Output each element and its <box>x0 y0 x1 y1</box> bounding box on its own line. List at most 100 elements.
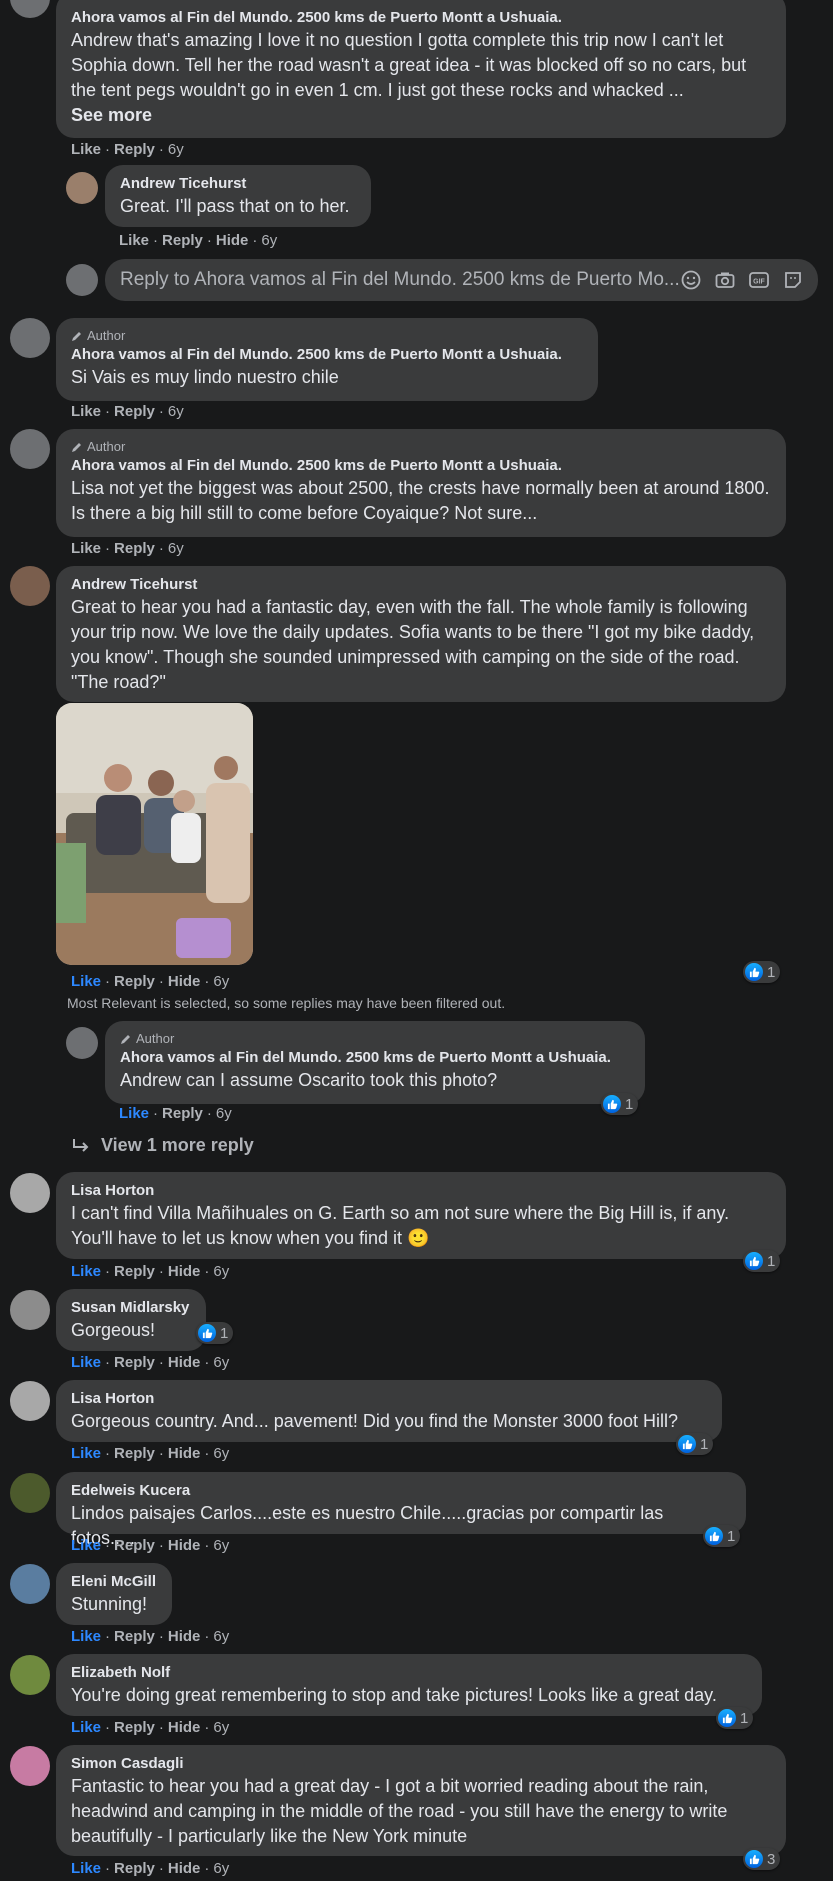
reaction-count-value: 1 <box>767 1252 776 1270</box>
commenter-avatar[interactable] <box>10 1746 50 1786</box>
hide-button[interactable]: Hide <box>168 1444 201 1464</box>
comment-actions: Like · Reply · 6y <box>119 1104 232 1124</box>
comment-text: Great to hear you had a fantastic day, e… <box>71 597 755 692</box>
comment-author-name[interactable]: Edelweis Kucera <box>71 1481 731 1501</box>
thumbs-up-icon <box>678 1435 696 1453</box>
author-avatar[interactable] <box>66 1027 98 1059</box>
commenter-avatar[interactable] <box>10 1473 50 1513</box>
like-button[interactable]: Like <box>71 972 101 992</box>
commenter-avatar[interactable] <box>10 1564 50 1604</box>
commenter-avatar[interactable] <box>10 1173 50 1213</box>
reaction-count[interactable]: 1 <box>743 961 781 983</box>
reply-input-placeholder: Reply to Ahora vamos al Fin del Mundo. 2… <box>120 269 680 290</box>
comment-bubble: Lisa Horton I can't find Villa Mañihuale… <box>56 1172 786 1259</box>
comment-bubble: Susan Midlarsky Gorgeous! <box>56 1289 206 1351</box>
reply-button[interactable]: Reply <box>114 1859 155 1879</box>
reply-button[interactable]: Reply <box>114 1444 155 1464</box>
hide-button[interactable]: Hide <box>168 1627 201 1647</box>
thumbs-up-icon <box>745 1252 763 1270</box>
comment-author-name[interactable]: Lisa Horton <box>71 1389 707 1409</box>
reply-bubble: Author Ahora vamos al Fin del Mundo. 250… <box>105 1021 645 1104</box>
like-button[interactable]: Like <box>71 1627 101 1647</box>
hide-button[interactable]: Hide <box>168 1353 201 1373</box>
reply-button[interactable]: Reply <box>114 402 155 422</box>
reaction-count[interactable]: 1 <box>196 1322 234 1344</box>
reply-button[interactable]: Reply <box>114 1262 155 1282</box>
comment-bubble: Andrew Ticehurst Great to hear you had a… <box>56 566 786 702</box>
reaction-count[interactable]: 1 <box>601 1093 639 1115</box>
reaction-count[interactable]: 1 <box>716 1707 754 1729</box>
reply-button[interactable]: Reply <box>114 1718 155 1738</box>
reply-button[interactable]: Reply <box>114 140 155 160</box>
reply-button[interactable]: Reply <box>162 1104 203 1124</box>
gif-icon[interactable]: GIF <box>748 269 770 291</box>
reply-avatar[interactable] <box>66 172 98 204</box>
reaction-count[interactable]: 3 <box>743 1848 781 1870</box>
view-more-replies[interactable]: View 1 more reply <box>71 1135 254 1156</box>
commenter-avatar[interactable] <box>10 1381 50 1421</box>
comment-author-name[interactable]: Simon Casdagli <box>71 1754 771 1774</box>
comment-text: Si Vais es muy lindo nuestro chile <box>71 367 339 387</box>
commenter-avatar[interactable] <box>10 1290 50 1330</box>
comment-text: You're doing great remembering to stop a… <box>71 1685 717 1705</box>
commenter-avatar[interactable] <box>10 1655 50 1695</box>
comment-bubble: Ahora vamos al Fin del Mundo. 2500 kms d… <box>56 0 786 138</box>
reaction-count[interactable]: 1 <box>703 1525 741 1547</box>
like-button[interactable]: Like <box>119 1104 149 1124</box>
author-avatar[interactable] <box>10 429 50 469</box>
hide-button[interactable]: Hide <box>216 231 249 251</box>
like-button[interactable]: Like <box>71 1859 101 1879</box>
author-avatar[interactable] <box>10 0 50 18</box>
comment-actions: Like · Reply · Hide · 6y <box>71 1353 230 1373</box>
reaction-count[interactable]: 1 <box>676 1433 714 1455</box>
reply-button[interactable]: Reply <box>114 972 155 992</box>
camera-icon[interactable] <box>714 269 736 291</box>
reply-button[interactable]: Reply <box>114 1353 155 1373</box>
like-button[interactable]: Like <box>71 1718 101 1738</box>
hide-button[interactable]: Hide <box>168 1859 201 1879</box>
thumbs-up-icon <box>745 1850 763 1868</box>
see-more-link[interactable]: See more <box>71 103 771 128</box>
comment-author-name[interactable]: Ahora vamos al Fin del Mundo. 2500 kms d… <box>120 1048 630 1068</box>
hide-button[interactable]: Hide <box>168 1262 201 1282</box>
hide-button[interactable]: Hide <box>168 1536 201 1556</box>
reaction-count-value: 1 <box>700 1435 709 1453</box>
like-button[interactable]: Like <box>71 140 101 160</box>
emoji-icon[interactable] <box>680 269 702 291</box>
reaction-count[interactable]: 1 <box>743 1250 781 1272</box>
like-button[interactable]: Like <box>71 1444 101 1464</box>
reply-input[interactable]: Reply to Ahora vamos al Fin del Mundo. 2… <box>105 259 818 301</box>
comment-author-name[interactable]: Elizabeth Nolf <box>71 1663 747 1683</box>
comment-author-name[interactable]: Andrew Ticehurst <box>71 575 771 595</box>
author-badge-label: Author <box>136 1031 175 1046</box>
reply-button[interactable]: Reply <box>114 539 155 559</box>
comment-photo[interactable] <box>56 703 253 965</box>
comment-author-name[interactable]: Ahora vamos al Fin del Mundo. 2500 kms d… <box>71 345 583 365</box>
like-button[interactable]: Like <box>71 1262 101 1282</box>
reply-button[interactable]: Reply <box>162 231 203 251</box>
commenter-avatar[interactable] <box>10 566 50 606</box>
hide-button[interactable]: Hide <box>168 972 201 992</box>
reply-button[interactable]: Reply <box>114 1536 155 1556</box>
like-button[interactable]: Like <box>119 231 149 251</box>
comment-author-name[interactable]: Eleni McGill <box>71 1572 157 1592</box>
hide-button[interactable]: Hide <box>168 1718 201 1738</box>
comment-actions: Like · Reply · Hide · 6y <box>119 231 278 251</box>
reply-button[interactable]: Reply <box>114 1627 155 1647</box>
author-avatar[interactable] <box>10 318 50 358</box>
like-button[interactable]: Like <box>71 402 101 422</box>
like-button[interactable]: Like <box>71 1353 101 1373</box>
comment-author-name[interactable]: Lisa Horton <box>71 1181 771 1201</box>
sticker-icon[interactable] <box>782 269 804 291</box>
pencil-icon <box>121 1035 130 1044</box>
comment-author-name[interactable]: Ahora vamos al Fin del Mundo. 2500 kms d… <box>71 8 771 28</box>
comment-text: Gorgeous! <box>71 1320 156 1340</box>
thumbs-up-icon <box>198 1324 216 1342</box>
comment-author-name[interactable]: Ahora vamos al Fin del Mundo. 2500 kms d… <box>71 456 771 476</box>
comment-author-name[interactable]: Susan Midlarsky <box>71 1298 191 1318</box>
author-badge: Author <box>120 1030 630 1048</box>
comment-actions: Like · Reply · Hide · 6y <box>71 1859 230 1879</box>
comment-author-name[interactable]: Andrew Ticehurst <box>120 174 356 194</box>
like-button[interactable]: Like <box>71 539 101 559</box>
like-button[interactable]: Like <box>71 1536 101 1556</box>
